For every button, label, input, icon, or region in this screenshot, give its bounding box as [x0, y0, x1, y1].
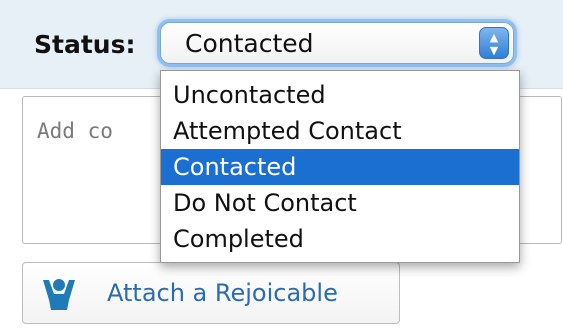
status-select-value: Contacted — [185, 29, 314, 58]
option-completed[interactable]: Completed — [161, 221, 519, 257]
option-contacted[interactable]: Contacted — [161, 149, 519, 185]
status-select[interactable]: Contacted ▲ ▼ — [160, 22, 514, 64]
comment-placeholder: Add co — [37, 119, 113, 143]
arrow-up-icon: ▲ — [489, 31, 499, 44]
option-do-not-contact[interactable]: Do Not Contact — [161, 185, 519, 221]
status-dropdown-list[interactable]: Uncontacted Attempted Contact Contacted … — [160, 70, 520, 263]
option-label: Uncontacted — [173, 81, 326, 109]
attach-rejoicable-button[interactable]: Attach a Rejoicable — [22, 262, 400, 324]
option-label: Completed — [173, 225, 304, 253]
option-uncontacted[interactable]: Uncontacted — [161, 77, 519, 113]
option-attempted-contact[interactable]: Attempted Contact — [161, 113, 519, 149]
option-label: Do Not Contact — [173, 189, 357, 217]
attach-label: Attach a Rejoicable — [107, 279, 338, 307]
arrow-down-icon: ▼ — [489, 44, 499, 57]
option-label: Contacted — [173, 153, 297, 181]
person-arms-up-icon — [43, 279, 75, 310]
status-label: Status: — [34, 30, 136, 59]
option-label: Attempted Contact — [173, 117, 402, 145]
select-arrows-icon[interactable]: ▲ ▼ — [479, 27, 509, 59]
